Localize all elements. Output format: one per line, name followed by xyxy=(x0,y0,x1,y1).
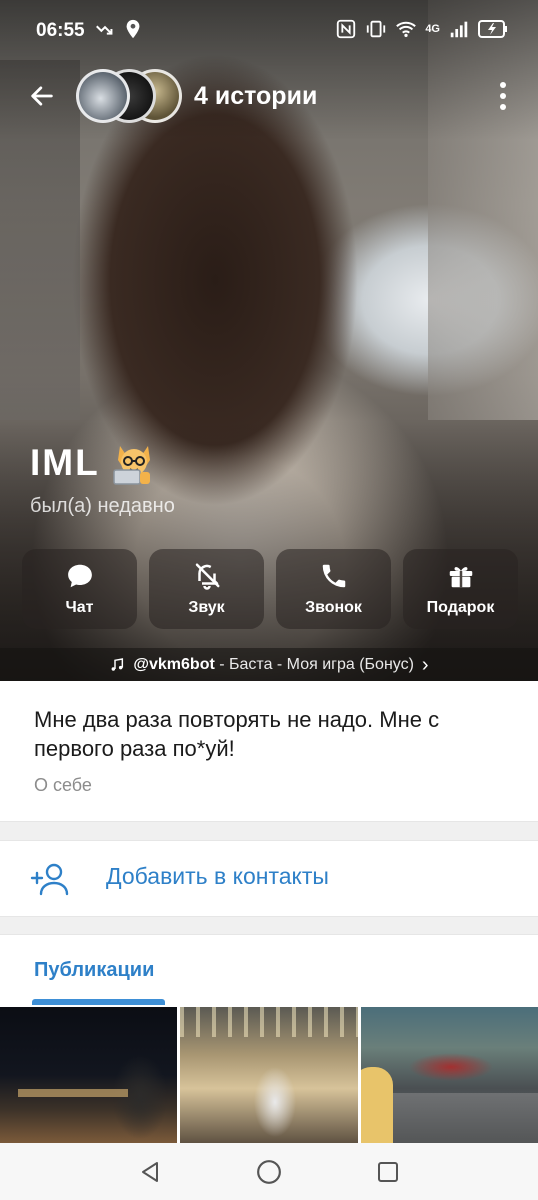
chat-label: Чат xyxy=(65,599,94,616)
publication-thumbnail-night-riverside[interactable] xyxy=(0,1007,178,1143)
status-bar: 06:55 4G xyxy=(0,0,538,60)
music-bot-name: @vkm6bot xyxy=(133,655,215,673)
add-contact-row[interactable]: Добавить в контакты xyxy=(0,841,538,916)
more-options-button[interactable] xyxy=(486,78,520,114)
profile-header: 06:55 4G 4 истории IML был(а) недавно Ча… xyxy=(0,0,538,681)
last-seen-status: был(а) недавно xyxy=(30,495,175,517)
active-tab-indicator xyxy=(32,999,165,1005)
mute-label: Звук xyxy=(188,599,225,616)
profile-music-bar[interactable]: @vkm6bot - Баста - Моя игра (Бонус) › xyxy=(0,648,538,681)
chat-bubble-icon xyxy=(67,564,92,588)
add-person-icon xyxy=(30,863,69,896)
signal-icon xyxy=(450,21,468,38)
call-button[interactable]: Звонок xyxy=(276,549,391,629)
nav-back-button[interactable] xyxy=(135,1157,165,1187)
call-label: Звонок xyxy=(305,599,362,616)
nav-recents-button[interactable] xyxy=(373,1157,403,1187)
publications-grid xyxy=(0,1007,538,1143)
section-divider xyxy=(0,916,538,935)
music-note-icon xyxy=(111,657,124,671)
nav-home-button[interactable] xyxy=(254,1157,284,1187)
bell-off-icon xyxy=(195,563,219,590)
recents-square-icon xyxy=(378,1161,399,1182)
gift-label: Подарок xyxy=(426,599,495,616)
missed-call-icon xyxy=(96,25,113,35)
arrow-left-icon xyxy=(31,86,53,106)
nfc-icon xyxy=(337,19,356,39)
music-separator: - xyxy=(214,655,230,673)
profile-name: IML xyxy=(30,440,158,486)
publication-thumbnail-street-motorbikes[interactable] xyxy=(360,1007,538,1143)
music-track: Баста - Моя игра (Бонус) xyxy=(229,655,414,673)
battery-charging-icon xyxy=(478,20,507,38)
status-time: 06:55 xyxy=(36,20,85,41)
chat-button[interactable]: Чат xyxy=(22,549,137,629)
system-navigation-bar xyxy=(0,1143,538,1200)
location-icon xyxy=(126,19,140,39)
gift-button[interactable]: Подарок xyxy=(403,549,518,629)
publications-tabs: Публикации xyxy=(0,935,538,1005)
section-divider xyxy=(0,821,538,841)
home-circle-icon xyxy=(257,1159,281,1184)
publication-thumbnail-lit-building[interactable] xyxy=(180,1007,358,1143)
phone-icon xyxy=(322,564,345,588)
bio-section: Мне два раза повторять не надо. Мне с пе… xyxy=(0,681,538,821)
back-button[interactable] xyxy=(22,76,62,116)
wifi-icon xyxy=(396,21,417,38)
cat-laptop-emoji xyxy=(112,446,150,485)
vibrate-icon xyxy=(367,20,386,38)
tab-publications[interactable]: Публикации xyxy=(34,959,154,982)
story-avatar[interactable] xyxy=(76,69,130,123)
add-contact-label: Добавить в контакты xyxy=(106,863,329,889)
stories-avatars[interactable] xyxy=(76,69,186,123)
bio-caption: О себе xyxy=(34,775,92,795)
chevron-right-icon: › xyxy=(421,653,429,676)
profile-actions: Чат Звук Звонок Подарок xyxy=(22,549,518,631)
gift-icon xyxy=(449,567,472,588)
app-bar: 4 истории xyxy=(0,60,538,132)
stories-title[interactable]: 4 истории xyxy=(194,82,317,111)
back-triangle-icon xyxy=(141,1161,158,1182)
network-type: 4G xyxy=(425,23,440,35)
bio-text: Мне два раза повторять не надо. Мне с пе… xyxy=(34,707,440,761)
more-vertical-icon xyxy=(500,82,506,88)
mute-button[interactable]: Звук xyxy=(149,549,264,629)
